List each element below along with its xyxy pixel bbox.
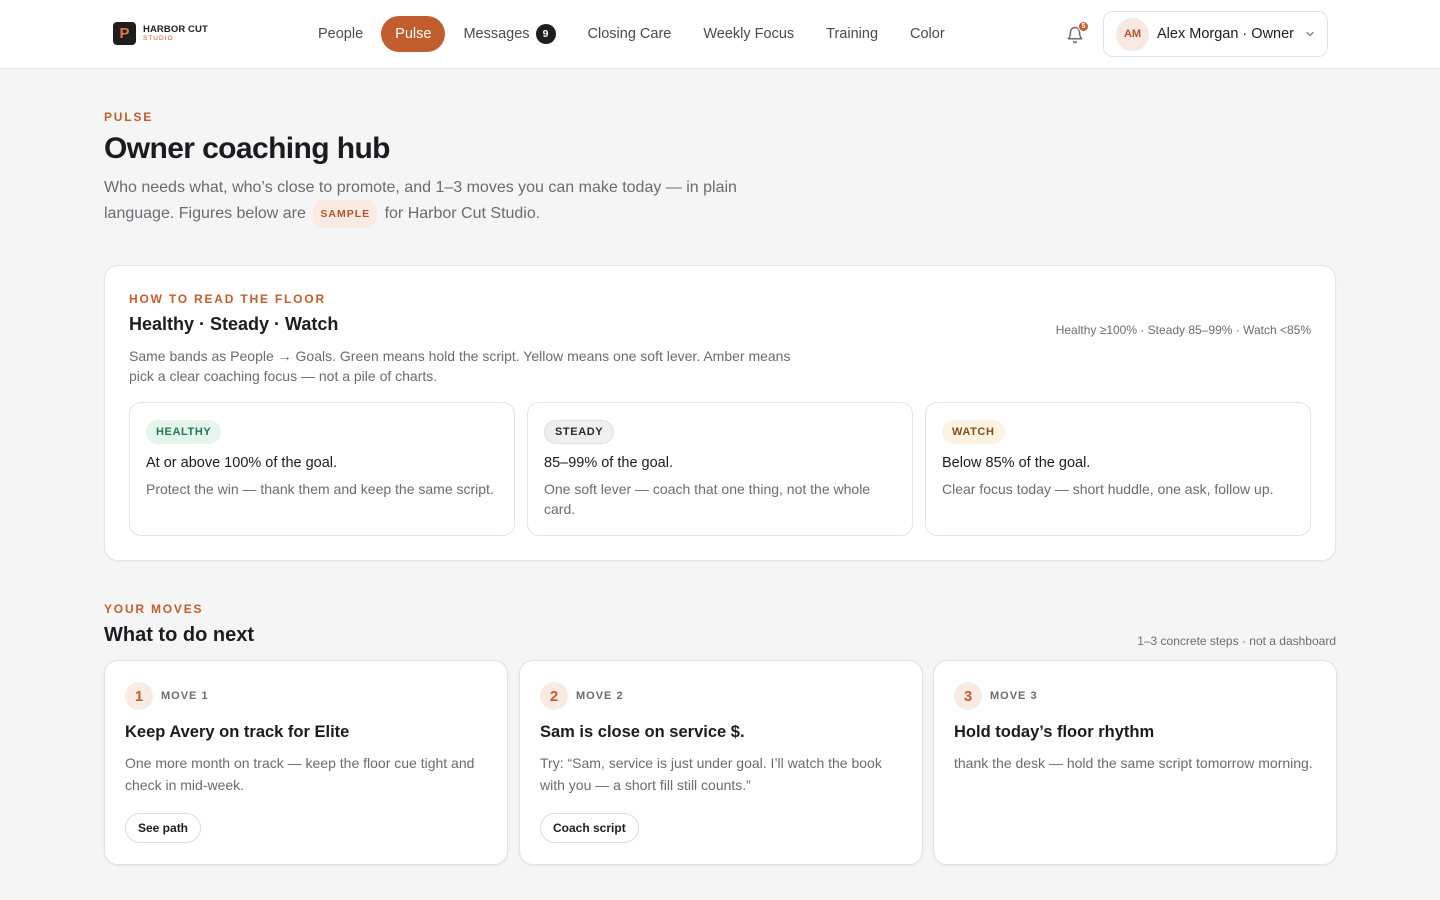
band-card-healthy: HEALTHY At or above 100% of the goal. Pr… bbox=[129, 402, 515, 536]
brand-text: HARBOR CUT STUDIO bbox=[143, 23, 208, 43]
floor-title: Healthy · Steady · Watch bbox=[129, 314, 339, 334]
page-title: Owner coaching hub bbox=[104, 132, 390, 165]
nav-tab-pulse[interactable]: Pulse bbox=[381, 16, 446, 52]
move-label: MOVE 1 bbox=[161, 690, 209, 702]
status-badge-healthy: HEALTHY bbox=[146, 420, 222, 444]
nav-tab-weekly-focus[interactable]: Weekly Focus bbox=[689, 16, 808, 52]
move-number: 3 bbox=[954, 682, 982, 710]
move-card-3: 3 MOVE 3 Hold today’s floor rhythm thank… bbox=[933, 660, 1337, 865]
status-badge-steady: STEADY bbox=[544, 420, 615, 444]
moves-eyebrow: YOUR MOVES bbox=[104, 602, 204, 616]
nav-tab-messages[interactable]: Messages 9 bbox=[449, 16, 569, 52]
move-label: MOVE 3 bbox=[990, 690, 1038, 702]
move-text: thank the desk — hold the same script to… bbox=[954, 755, 1313, 771]
description-text-end: for Harbor Cut Studio. bbox=[384, 205, 541, 222]
see-path-button[interactable]: See path bbox=[125, 813, 202, 843]
top-bar: P HARBOR CUT STUDIO People Pulse Message… bbox=[0, 0, 1440, 69]
move-title: Sam is close on service $. bbox=[540, 723, 745, 741]
band-text: Protect the win — thank them and keep th… bbox=[146, 481, 494, 497]
account-menu[interactable]: AM Alex Morgan · Owner bbox=[1103, 11, 1328, 57]
moves-note: 1–3 concrete steps · not a dashboard bbox=[1137, 634, 1336, 648]
band-heading: At or above 100% of the goal. bbox=[146, 455, 338, 471]
floor-eyebrow: HOW TO READ THE FLOOR bbox=[129, 292, 326, 306]
nav-tab-label: People bbox=[318, 26, 364, 42]
page-description: Who needs what, who’s close to promote, … bbox=[104, 176, 764, 228]
nav-tab-label: Pulse bbox=[395, 26, 432, 42]
nav-tab-label: Training bbox=[826, 26, 879, 42]
brand-mark: P bbox=[113, 22, 136, 45]
sample-badge: SAMPLE bbox=[313, 200, 378, 228]
move-card-2: 2 MOVE 2 Sam is close on service $. Try:… bbox=[519, 660, 923, 865]
main-nav: People Pulse Messages 9 Closing Care Week… bbox=[304, 16, 963, 52]
avatar: AM bbox=[1116, 17, 1149, 51]
notifications-button[interactable]: 5 bbox=[1066, 21, 1089, 45]
brand-subtitle: STUDIO bbox=[143, 35, 174, 42]
move-card-1: 1 MOVE 1 Keep Avery on track for Elite O… bbox=[104, 660, 508, 865]
messages-count-badge: 9 bbox=[535, 24, 556, 44]
floor-legend-card: HOW TO READ THE FLOOR Healthy · Steady ·… bbox=[104, 265, 1336, 561]
band-text: One soft lever — coach that one thing, n… bbox=[544, 481, 871, 517]
move-title: Hold today’s floor rhythm bbox=[954, 723, 1155, 741]
move-number: 2 bbox=[540, 682, 568, 710]
nav-tab-closing-care[interactable]: Closing Care bbox=[574, 16, 686, 52]
nav-tab-color[interactable]: Color bbox=[896, 16, 959, 52]
band-card-steady: STEADY 85–99% of the goal. One soft leve… bbox=[527, 402, 913, 536]
band-heading: 85–99% of the goal. bbox=[544, 455, 673, 471]
brand-name: HARBOR CUT bbox=[143, 23, 208, 35]
floor-description: Same bands as People → Goals. Green mean… bbox=[129, 348, 791, 384]
page-eyebrow: PULSE bbox=[104, 110, 154, 124]
move-number: 1 bbox=[125, 682, 153, 710]
band-text: Clear focus today — short huddle, one as… bbox=[942, 481, 1274, 497]
band-card-watch: WATCH Below 85% of the goal. Clear focus… bbox=[925, 402, 1311, 536]
coach-script-button[interactable]: Coach script bbox=[540, 813, 639, 843]
nav-tab-people[interactable]: People bbox=[304, 16, 377, 52]
moves-title: What to do next bbox=[104, 624, 254, 646]
move-title: Keep Avery on track for Elite bbox=[125, 723, 350, 741]
status-badge-watch: WATCH bbox=[942, 420, 1005, 444]
nav-tab-label: Messages bbox=[463, 26, 530, 42]
move-text: Try: “Sam, service is just under goal. I… bbox=[540, 755, 882, 793]
nav-tab-label: Closing Care bbox=[587, 26, 672, 42]
notification-count-badge: 5 bbox=[1078, 21, 1089, 32]
nav-tab-label: Color bbox=[910, 26, 945, 42]
band-heading: Below 85% of the goal. bbox=[942, 455, 1091, 471]
brand-logo[interactable]: P HARBOR CUT STUDIO bbox=[113, 22, 208, 45]
floor-band-thresholds: Healthy ≥100% · Steady 85–99% · Watch <8… bbox=[1055, 323, 1311, 337]
nav-tab-label: Weekly Focus bbox=[703, 26, 795, 42]
account-name: Alex Morgan · Owner bbox=[1157, 26, 1294, 42]
move-label: MOVE 2 bbox=[576, 690, 624, 702]
nav-tab-training[interactable]: Training bbox=[812, 16, 892, 52]
move-text: One more month on track — keep the floor… bbox=[125, 755, 475, 793]
chevron-down-icon bbox=[1306, 31, 1314, 37]
